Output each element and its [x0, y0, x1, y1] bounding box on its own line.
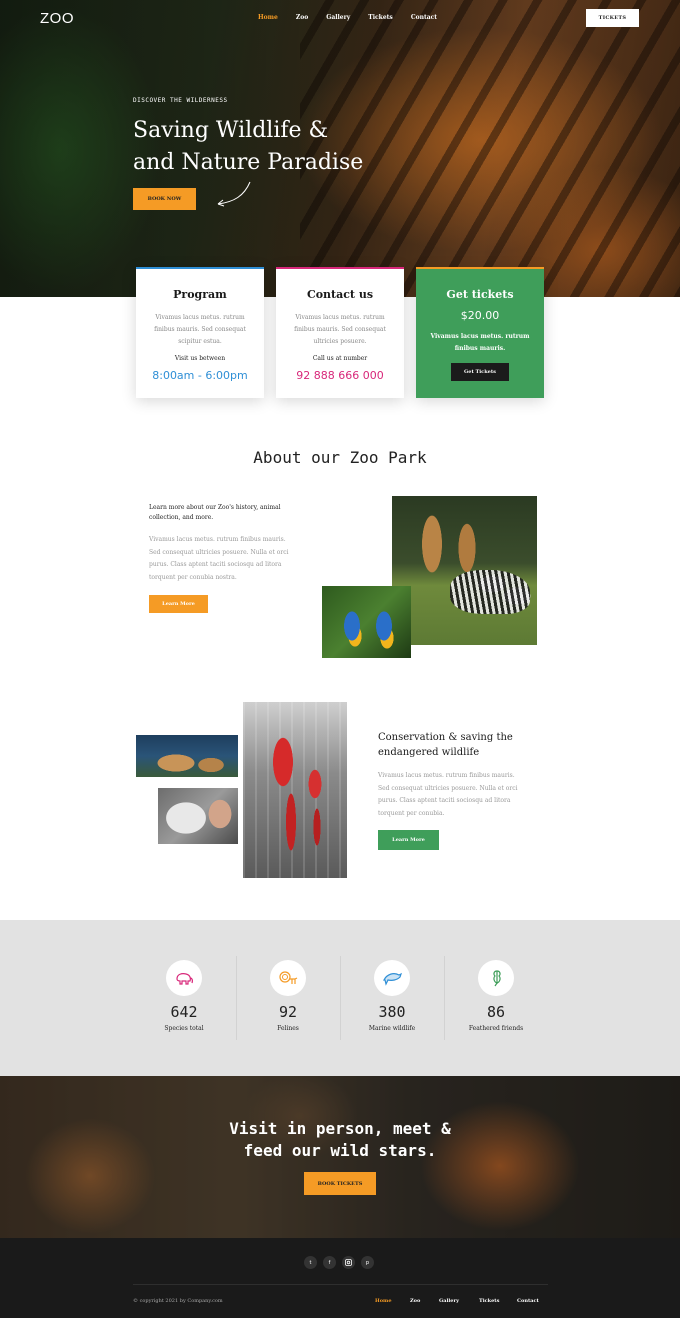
dolphin-icon — [374, 960, 410, 996]
about-title: About our Zoo Park — [253, 448, 427, 467]
lions-photo — [136, 735, 238, 777]
nav-tickets[interactable]: Tickets — [368, 14, 393, 21]
site-logo[interactable]: ZOO — [40, 10, 74, 27]
hero-title-line2: and Nature Paradise — [133, 150, 364, 175]
red-macaw-photo — [243, 702, 347, 878]
stat-species: 642 Species total — [132, 960, 236, 1032]
get-tickets-button[interactable]: Get Tickets — [451, 363, 509, 381]
stat-value: 380 — [378, 1003, 406, 1021]
tickets-card: Get tickets $20.00 Vivamus lacus metus. … — [416, 267, 544, 398]
program-title: Program — [173, 288, 227, 301]
hero-title: Saving Wildlife & and Nature Paradise — [133, 115, 363, 179]
stat-value: 642 — [170, 1003, 198, 1021]
stat-label: Felines — [277, 1025, 299, 1032]
curved-arrow-icon — [217, 181, 251, 207]
twitter-icon[interactable]: t — [304, 1256, 317, 1269]
tickets-button[interactable]: TICKETS — [586, 9, 639, 27]
footer: t f p © copyright 2021 by Company.com Ho… — [0, 1238, 680, 1318]
footer-nav-zoo[interactable]: Zoo — [410, 1298, 420, 1304]
main-nav: Home Zoo Gallery Tickets Contact — [258, 14, 437, 21]
footer-nav-gallery[interactable]: Gallery — [439, 1298, 459, 1304]
contact-title: Contact us — [306, 288, 374, 301]
cta-line1: Visit in person, meet & — [229, 1119, 451, 1138]
book-now-button[interactable]: BOOK NOW — [133, 188, 196, 210]
about-body: Vivamus lacus metus. rutrum finibus maur… — [149, 536, 289, 581]
program-label: Visit us between — [174, 355, 226, 362]
footer-divider — [133, 1284, 548, 1285]
cta-line2: feed our wild stars. — [243, 1141, 437, 1160]
stat-label: Marine wildlife — [368, 1025, 416, 1032]
footer-nav-tickets[interactable]: Tickets — [479, 1298, 499, 1304]
copyright: © copyright 2021 by Company.com — [133, 1298, 223, 1304]
pinterest-icon[interactable]: p — [361, 1256, 374, 1269]
facebook-icon[interactable]: f — [323, 1256, 336, 1269]
stats-section: 642 Species total 92 Felines 380 Marine … — [0, 920, 680, 1076]
stat-value: 86 — [486, 1003, 506, 1021]
stat-label: Species total — [164, 1025, 204, 1032]
ticket-price: $20.00 — [460, 309, 500, 322]
parrot-icon — [478, 960, 514, 996]
hero-section: ZOO Home Zoo Gallery Tickets Contact TIC… — [0, 0, 680, 297]
stat-label: Feathered friends — [468, 1025, 524, 1032]
contact-desc: Vivamus lacus metus. rutrum finibus maur… — [294, 314, 386, 345]
program-card: Program Vivamus lacus metus. rutrum fini… — [136, 267, 264, 398]
conservation-title: Conservation & saving the endangered wil… — [378, 732, 513, 758]
nav-zoo[interactable]: Zoo — [296, 14, 308, 21]
nav-gallery[interactable]: Gallery — [326, 14, 350, 21]
stat-marine: 380 Marine wildlife — [340, 960, 444, 1032]
tickets-desc: Vivamus lacus metus. rutrum finibus maur… — [430, 333, 530, 352]
instagram-icon[interactable] — [342, 1256, 355, 1269]
conservation-body: Vivamus lacus metus. rutrum finibus maur… — [378, 772, 518, 817]
stat-birds: 86 Feathered friends — [444, 960, 548, 1032]
stat-value: 92 — [278, 1003, 298, 1021]
stat-felines: 92 Felines — [236, 960, 340, 1032]
cta-title: Visit in person, meet & feed our wild st… — [0, 1118, 680, 1162]
contact-label: Call us at number — [312, 355, 368, 362]
nav-contact[interactable]: Contact — [411, 14, 437, 21]
contact-phone[interactable]: 92 888 666 000 — [276, 369, 404, 382]
cta-section: Visit in person, meet & feed our wild st… — [0, 1076, 680, 1238]
footer-nav-home[interactable]: Home — [375, 1298, 392, 1304]
program-desc: Vivamus lacus metus. rutrum finibus maur… — [154, 314, 246, 345]
hero-title-line1: Saving Wildlife & — [133, 118, 329, 143]
about-lead: Learn more about our Zoo's history, anim… — [149, 504, 281, 521]
tickets-title: Get tickets — [446, 288, 514, 301]
contact-card: Contact us Vivamus lacus metus. rutrum f… — [276, 267, 404, 398]
lion-icon — [270, 960, 306, 996]
program-hours: 8:00am - 6:00pm — [152, 369, 248, 382]
zebra-shape — [450, 570, 530, 614]
nav-home[interactable]: Home — [258, 14, 278, 21]
macaw-pair-photo — [322, 586, 411, 658]
footer-nav-contact[interactable]: Contact — [517, 1298, 539, 1304]
giraffe-zebra-photo — [392, 496, 537, 645]
about-learn-more-button[interactable]: Learn More — [149, 595, 208, 613]
horse-photo — [158, 788, 238, 844]
conservation-learn-more-button[interactable]: Learn More — [378, 830, 439, 850]
elephant-icon — [166, 960, 202, 996]
hero-kicker: DISCOVER THE WILDERNESS — [133, 97, 228, 104]
book-tickets-button[interactable]: BOOK TICKETS — [304, 1172, 376, 1195]
